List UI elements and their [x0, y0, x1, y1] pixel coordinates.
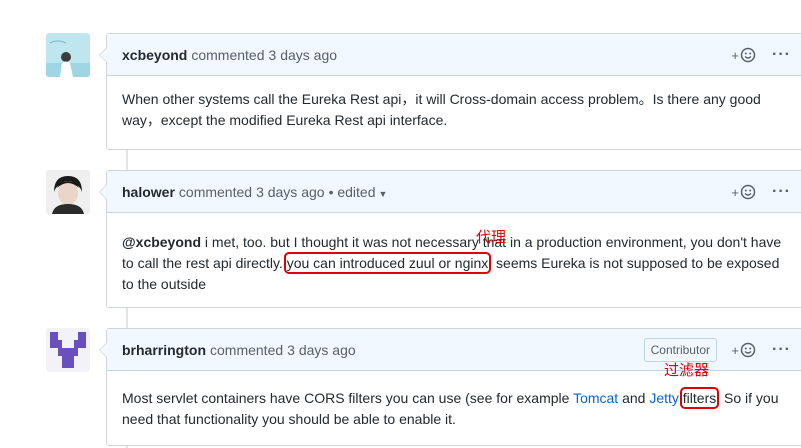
comment-actions: + ··· [731, 34, 791, 76]
comment-timestamp[interactable]: 3 days ago [269, 47, 338, 63]
avatar-brharrington[interactable] [46, 328, 90, 372]
comment-verb: commented [210, 341, 284, 358]
comment-xcbeyond: xcbeyond commented 3 days ago + ··· When… [99, 33, 801, 150]
comment-author[interactable]: xcbeyond [122, 47, 187, 63]
smiley-icon [740, 47, 756, 63]
comment-text: When other systems call the Eureka Rest … [122, 91, 761, 128]
comment-body: @xcbeyond i met, too. but I thought it w… [107, 213, 801, 310]
add-reaction-button[interactable]: + [731, 47, 756, 63]
highlighted-text: you can introduced zuul or nginx [283, 252, 492, 274]
comment-actions: + ··· [731, 329, 791, 371]
comment-header: xcbeyond commented 3 days ago + ··· [107, 34, 801, 76]
comment-verb: commented [178, 183, 253, 200]
tomcat-link[interactable]: Tomcat [573, 390, 618, 406]
comment-author[interactable]: brharrington [122, 342, 206, 358]
comment-text: and [618, 390, 650, 406]
comment-brharrington: brharrington commented 3 days ago Contri… [99, 328, 801, 446]
annotation-filter: 过滤器 [664, 361, 710, 379]
comment-body: Most servlet containers have CORS filter… [107, 371, 801, 445]
smiley-icon [740, 184, 756, 200]
avatar-halower[interactable] [46, 170, 90, 214]
comment-halower: halower commented 3 days ago • edited ▼ +… [99, 170, 801, 310]
avatar-xcbeyond[interactable] [46, 33, 90, 77]
comment-actions: + ··· [731, 171, 791, 213]
triangle-down-icon: ▼ [378, 188, 388, 199]
kebab-horizontal-icon[interactable]: ··· [772, 184, 791, 200]
comment-verb: commented [191, 46, 265, 63]
kebab-horizontal-icon[interactable]: ··· [772, 47, 791, 63]
edited-dropdown[interactable]: • edited ▼ [329, 184, 388, 200]
comment-header: halower commented 3 days ago • edited ▼ +… [107, 171, 801, 213]
jetty-link[interactable]: Jetty [649, 390, 679, 406]
comment-timestamp[interactable]: 3 days ago [287, 342, 356, 358]
annotation-proxy: 代理 [476, 228, 507, 246]
smiley-icon [740, 342, 756, 358]
comment-timestamp[interactable]: 3 days ago [256, 184, 325, 200]
add-reaction-button[interactable]: + [731, 184, 756, 200]
user-mention[interactable]: @xcbeyond [122, 234, 201, 250]
comment-text: Most servlet containers have CORS filter… [122, 390, 574, 406]
kebab-horizontal-icon[interactable]: ··· [772, 342, 791, 358]
comment-author[interactable]: halower [122, 184, 175, 200]
highlighted-text: filters [679, 387, 720, 409]
add-reaction-button[interactable]: + [731, 342, 756, 358]
comment-body: When other systems call the Eureka Rest … [107, 76, 801, 146]
